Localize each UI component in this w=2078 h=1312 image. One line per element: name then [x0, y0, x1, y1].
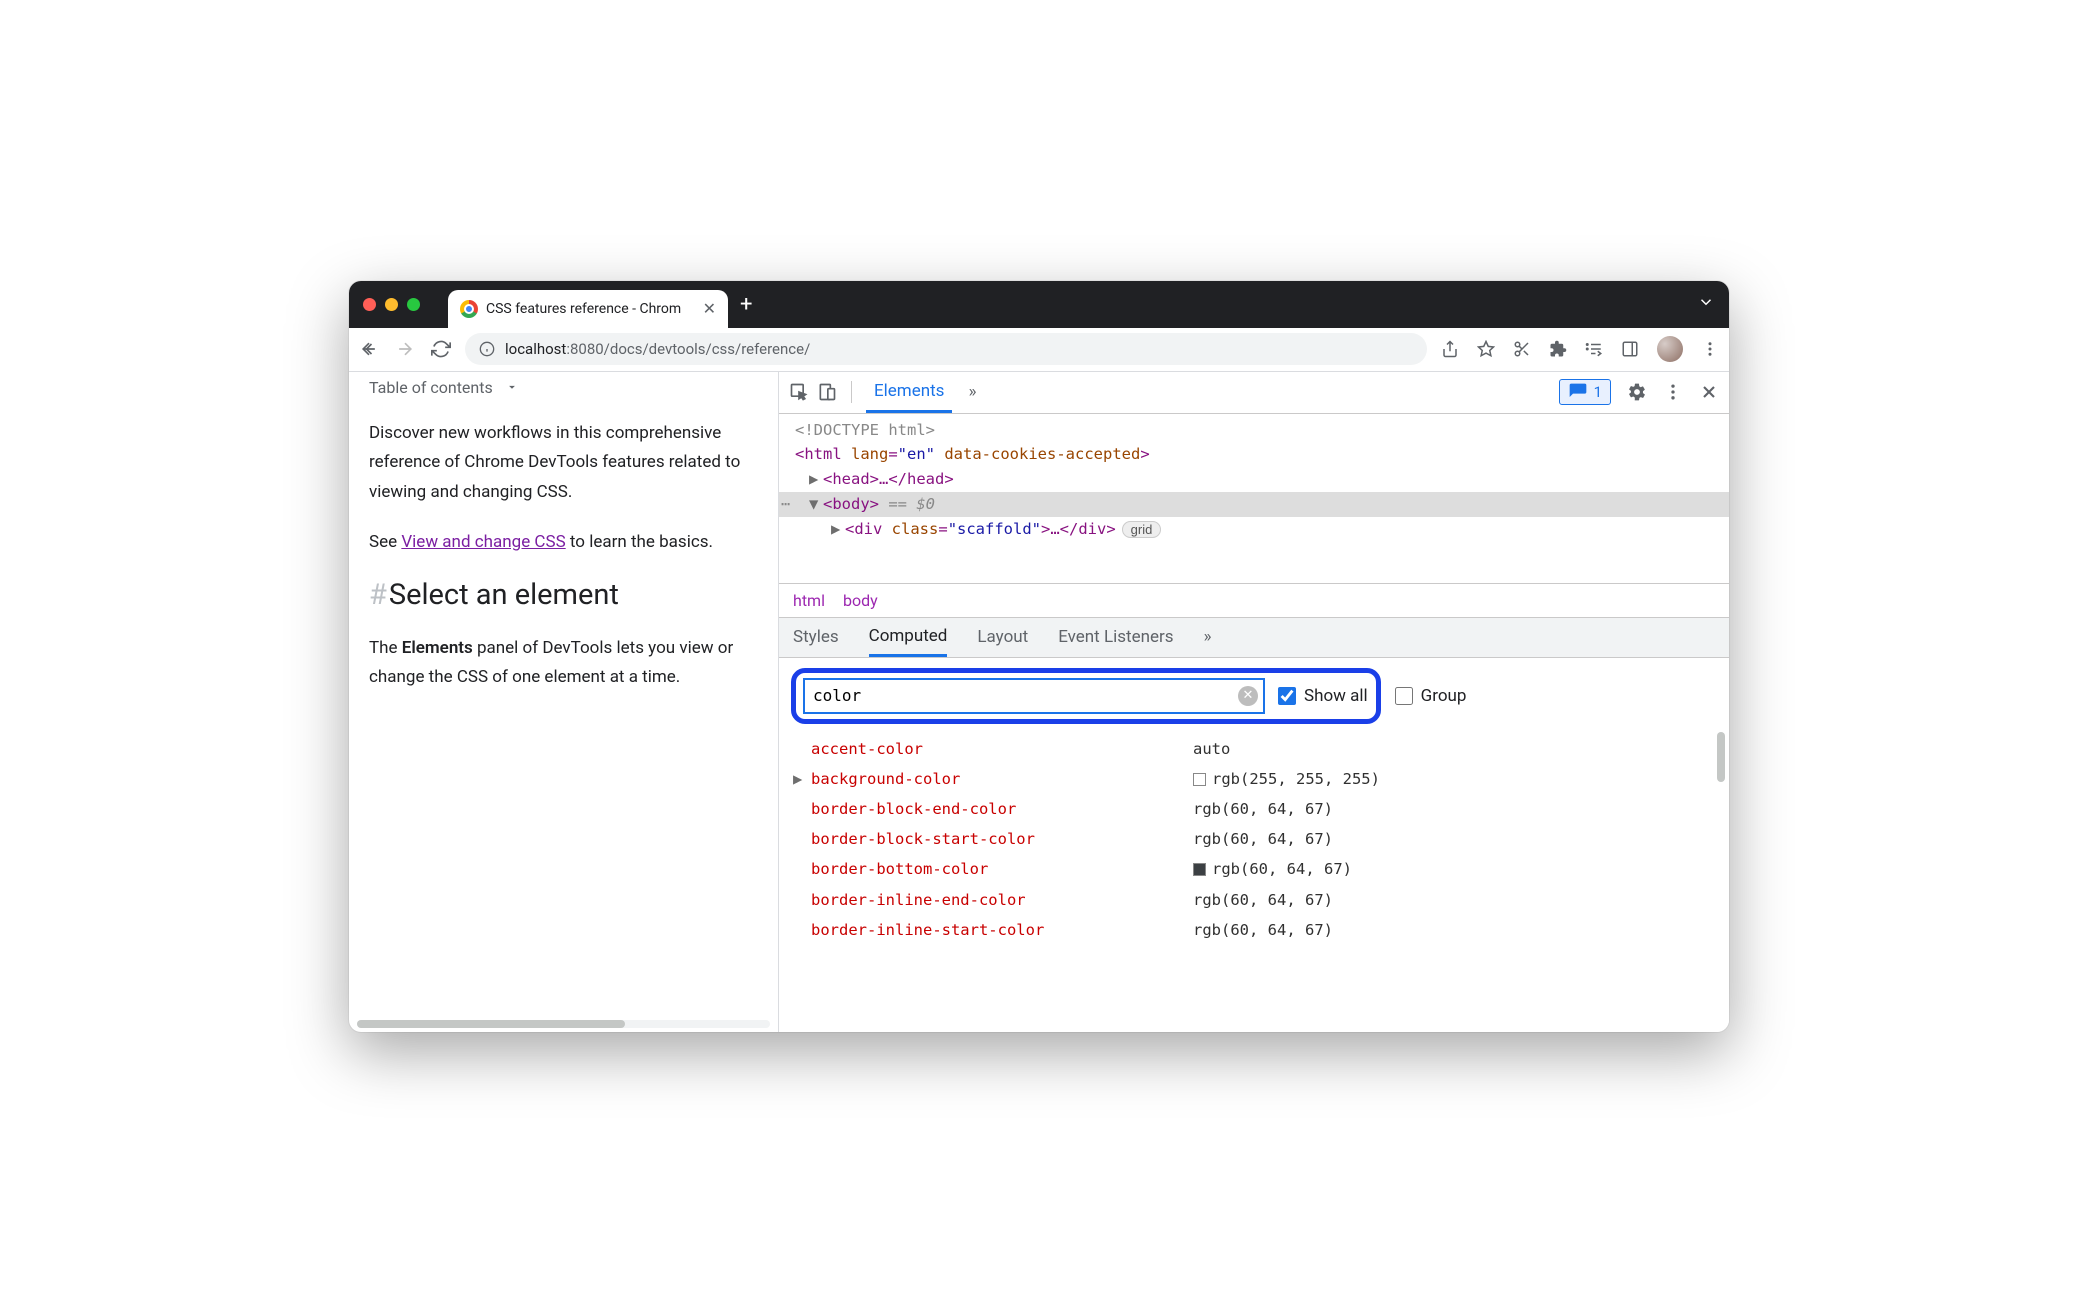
computed-row[interactable]: border-bottom-color rgb(60, 64, 67) [793, 854, 1715, 884]
url-text: localhost:8080/docs/devtools/css/referen… [505, 340, 810, 358]
chevron-down-icon [505, 380, 519, 394]
grid-badge[interactable]: grid [1122, 521, 1162, 538]
show-all-input[interactable] [1278, 687, 1296, 705]
titlebar-right [1697, 293, 1715, 315]
computed-properties: accent-color auto ▶background-color rgb(… [779, 734, 1729, 952]
filter-highlight: ✕ Show all [791, 668, 1381, 724]
close-window-button[interactable] [363, 298, 376, 311]
info-icon [479, 341, 495, 357]
device-toggle-icon[interactable] [817, 382, 837, 402]
issues-icon [1568, 382, 1588, 402]
page-content: Table of contents Discover new workflows… [349, 372, 779, 1032]
chevron-down-icon[interactable] [1697, 293, 1715, 311]
body-node-selected[interactable]: ▼<body> == $0 [779, 492, 1729, 517]
doctype-node: <!DOCTYPE html> [795, 421, 935, 439]
clear-filter-button[interactable]: ✕ [1238, 686, 1258, 706]
show-all-checkbox[interactable]: Show all [1278, 686, 1368, 706]
window-controls [363, 298, 420, 311]
subtab-styles[interactable]: Styles [793, 617, 839, 657]
computed-row[interactable]: ▶background-color rgb(255, 255, 255) [793, 764, 1715, 794]
tab-more[interactable]: » [960, 371, 984, 413]
titlebar: CSS features reference - Chrom ✕ + [349, 281, 1729, 328]
color-swatch-icon[interactable] [1193, 773, 1206, 786]
crumb-body[interactable]: body [843, 591, 878, 610]
chrome-favicon-icon [460, 300, 478, 318]
computed-row[interactable]: border-inline-end-color rgb(60, 64, 67) [793, 885, 1715, 915]
reading-list-icon[interactable] [1585, 340, 1603, 358]
computed-row[interactable]: border-block-start-color rgb(60, 64, 67) [793, 824, 1715, 854]
subtab-layout[interactable]: Layout [977, 617, 1028, 657]
dom-tree[interactable]: <!DOCTYPE html> <html lang="en" data-coo… [779, 414, 1729, 584]
hash-icon: # [369, 578, 387, 612]
styles-subtabs: Styles Computed Layout Event Listeners » [779, 618, 1729, 658]
minimize-window-button[interactable] [385, 298, 398, 311]
computed-row[interactable]: border-block-end-color rgb(60, 64, 67) [793, 794, 1715, 824]
elements-paragraph: The Elements panel of DevTools lets you … [369, 634, 758, 694]
vertical-scrollbar[interactable] [1717, 732, 1725, 782]
subtab-computed[interactable]: Computed [869, 617, 948, 657]
toc-label: Table of contents [369, 378, 493, 397]
devtools-panel: Elements » 1 <!DOCTYPE html> <html lang=… [779, 372, 1729, 1032]
profile-avatar[interactable] [1657, 336, 1683, 362]
star-icon[interactable] [1477, 340, 1495, 358]
computed-filter-bar: ✕ Show all Group [779, 658, 1729, 734]
see-also-paragraph: See View and change CSS to learn the bas… [369, 528, 758, 558]
browser-window: CSS features reference - Chrom ✕ + local… [349, 281, 1729, 1032]
html-node[interactable]: <html lang="en" data-cookies-accepted> [779, 442, 1729, 467]
address-bar[interactable]: localhost:8080/docs/devtools/css/referen… [465, 333, 1427, 365]
div-scaffold-node[interactable]: ▶<div class="scaffold">…</div>grid [779, 517, 1729, 542]
toolbar-right [1441, 336, 1719, 362]
back-button[interactable] [359, 339, 379, 359]
browser-tab[interactable]: CSS features reference - Chrom ✕ [448, 290, 728, 328]
tab-elements[interactable]: Elements [866, 371, 952, 413]
settings-icon[interactable] [1627, 382, 1647, 402]
more-icon[interactable] [1663, 382, 1683, 402]
close-tab-button[interactable]: ✕ [703, 301, 716, 317]
filter-input[interactable] [804, 679, 1264, 713]
close-devtools-button[interactable] [1699, 382, 1719, 402]
dom-breadcrumb: html body [779, 584, 1729, 618]
browser-toolbar: localhost:8080/docs/devtools/css/referen… [349, 328, 1729, 372]
group-checkbox[interactable]: Group [1395, 686, 1467, 706]
subtab-event-listeners[interactable]: Event Listeners [1058, 617, 1173, 657]
subtab-more[interactable]: » [1204, 617, 1212, 657]
side-panel-icon[interactable] [1621, 340, 1639, 358]
tab-title: CSS features reference - Chrom [486, 301, 695, 317]
share-icon[interactable] [1441, 340, 1459, 358]
computed-row[interactable]: accent-color auto [793, 734, 1715, 764]
reload-button[interactable] [431, 339, 451, 359]
head-node[interactable]: ▶<head>…</head> [779, 467, 1729, 492]
new-tab-button[interactable]: + [740, 292, 752, 317]
view-change-css-link[interactable]: View and change CSS [401, 532, 565, 552]
devtools-toolbar: Elements » 1 [779, 372, 1729, 414]
crumb-html[interactable]: html [793, 591, 825, 610]
group-input[interactable] [1395, 687, 1413, 705]
intro-paragraph: Discover new workflows in this comprehen… [369, 419, 758, 508]
content-area: Table of contents Discover new workflows… [349, 372, 1729, 1032]
scissors-icon[interactable] [1513, 340, 1531, 358]
menu-icon[interactable] [1701, 340, 1719, 358]
nav-buttons [359, 339, 451, 359]
computed-row[interactable]: border-inline-start-color rgb(60, 64, 67… [793, 915, 1715, 945]
table-of-contents[interactable]: Table of contents [369, 378, 758, 397]
issues-badge[interactable]: 1 [1559, 379, 1611, 405]
forward-button[interactable] [395, 339, 415, 359]
maximize-window-button[interactable] [407, 298, 420, 311]
extensions-icon[interactable] [1549, 340, 1567, 358]
horizontal-scrollbar[interactable] [357, 1020, 770, 1028]
section-heading: #Select an element [369, 578, 758, 612]
inspect-icon[interactable] [789, 382, 809, 402]
color-swatch-icon[interactable] [1193, 863, 1206, 876]
